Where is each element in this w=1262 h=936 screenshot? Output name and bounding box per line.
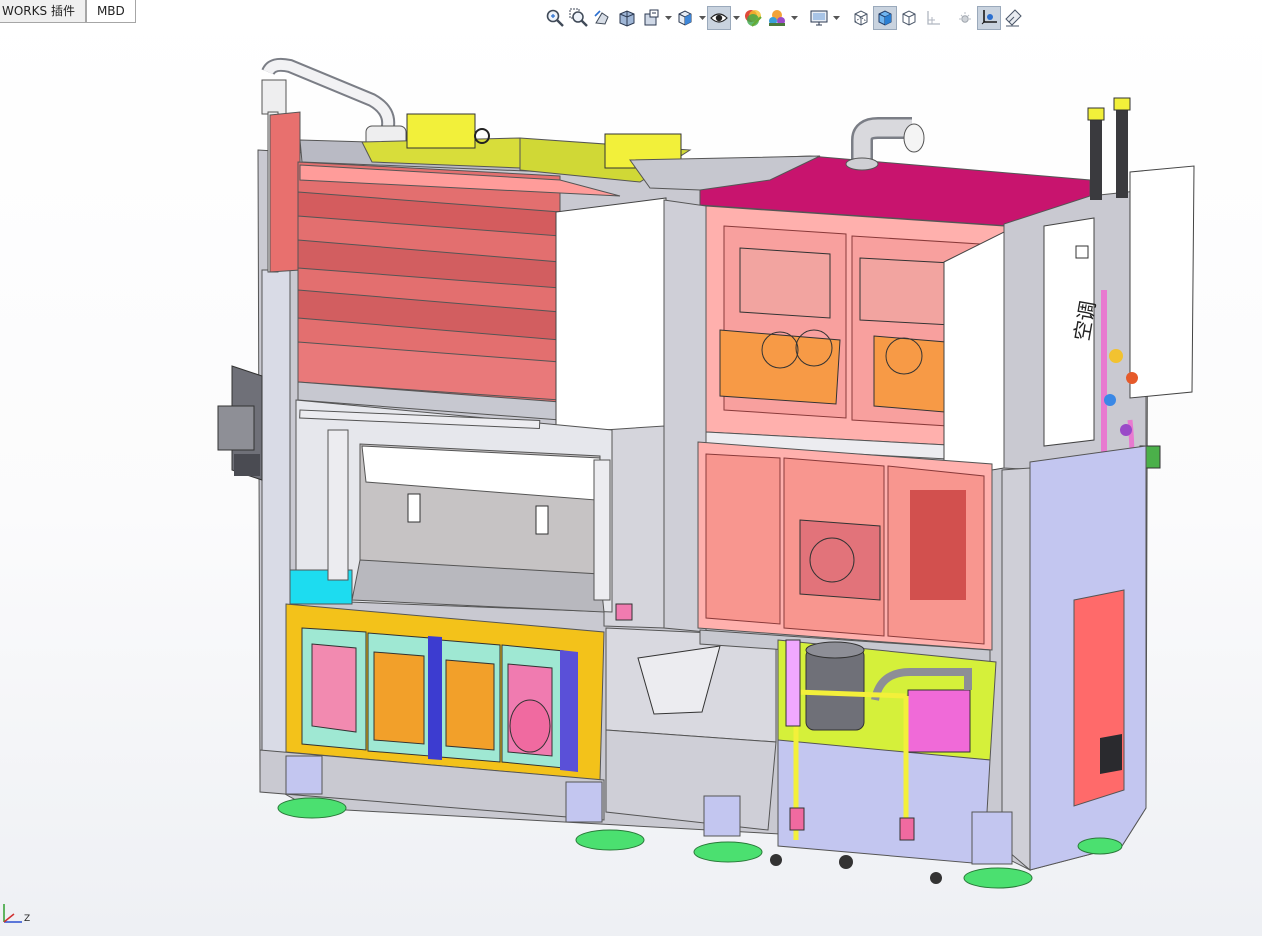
lower-right-frame: [1001, 445, 1147, 872]
open-access-panel-right: [943, 231, 1005, 479]
aircon-side-column: 空调: [1003, 97, 1195, 471]
hydraulic-pump-unit: [777, 639, 997, 865]
center-lower-box: [605, 627, 777, 831]
lower-right-glass-cabinet: [697, 441, 993, 665]
mid-left-chamber: [289, 399, 633, 621]
triad-z-label: Z: [24, 914, 31, 924]
side-motor-box: [217, 365, 263, 481]
open-access-panel-left: [555, 197, 667, 437]
coordinate-triad: Z: [0, 900, 40, 936]
model-viewport[interactable]: 空调: [0, 0, 1262, 936]
